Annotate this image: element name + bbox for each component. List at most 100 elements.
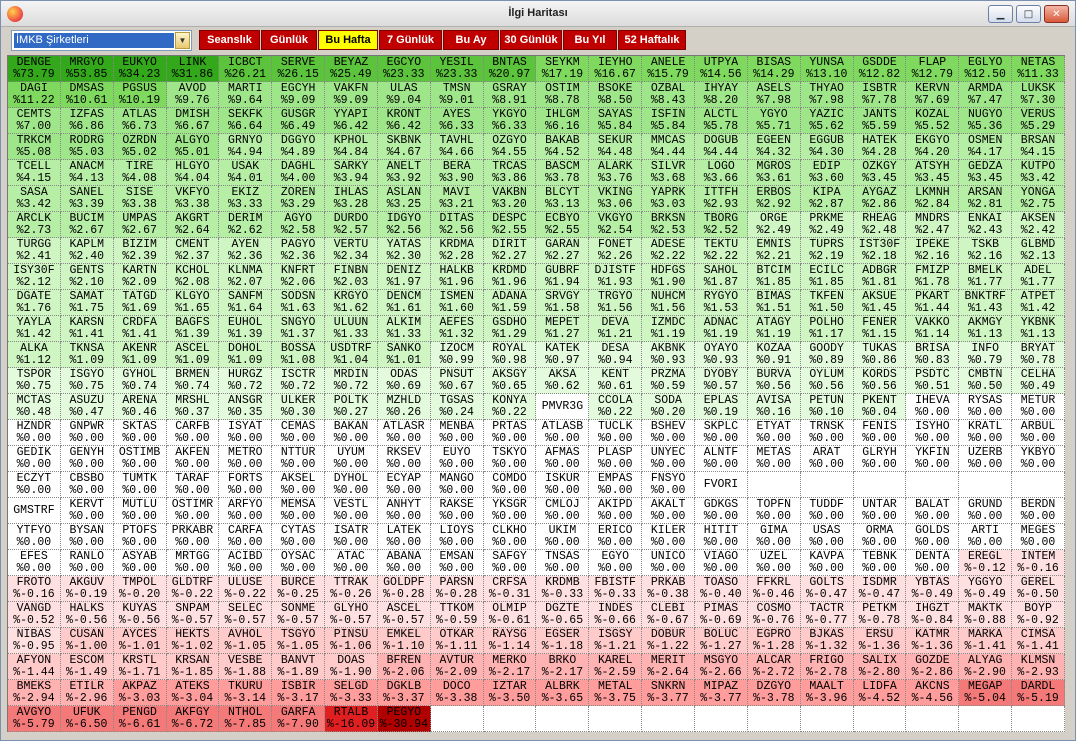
heatmap-cell[interactable]: MRTGG %0.00 xyxy=(166,550,220,576)
heatmap-cell[interactable]: GLDTRF %-0.22 xyxy=(166,576,220,602)
heatmap-cell[interactable]: AKSEN %2.42 xyxy=(1012,212,1065,238)
heatmap-cell[interactable]: KRATL %0.00 xyxy=(959,420,1013,446)
heatmap-cell[interactable]: POLHO %1.17 xyxy=(800,316,854,342)
heatmap-cell[interactable]: BSOKE %8.50 xyxy=(589,82,643,108)
heatmap-cell[interactable]: SNGYO %1.37 xyxy=(272,316,326,342)
heatmap-cell[interactable]: TACTR %-0.77 xyxy=(800,602,854,628)
heatmap-cell[interactable]: NETAS %11.33 xyxy=(1012,56,1065,82)
heatmap-cell[interactable]: TUCLK %0.00 xyxy=(589,420,643,446)
heatmap-cell[interactable]: YUNSA %13.10 xyxy=(800,56,854,82)
heatmap-cell[interactable]: AFMAS %0.00 xyxy=(536,446,590,472)
heatmap-cell[interactable]: KRGYO %1.62 xyxy=(325,290,378,316)
heatmap-cell[interactable]: IST30F %2.18 xyxy=(853,238,907,264)
heatmap-cell[interactable]: YYAPI %6.42 xyxy=(325,108,378,134)
heatmap-cell[interactable]: MIPAZ %-3.77 xyxy=(695,680,748,706)
heatmap-cell[interactable]: RTALB %-16.09 xyxy=(325,706,378,732)
heatmap-cell[interactable]: PRKME %2.49 xyxy=(800,212,854,238)
heatmap-cell[interactable]: ISBTR %7.78 xyxy=(853,82,907,108)
heatmap-cell[interactable]: MMCAS %4.44 xyxy=(642,134,696,160)
heatmap-cell[interactable]: GSRAY %8.91 xyxy=(483,82,537,108)
heatmap-cell[interactable]: UMPAS %2.67 xyxy=(113,212,167,238)
heatmap-cell[interactable]: ASYAB %0.00 xyxy=(113,550,167,576)
heatmap-cell[interactable]: HURGZ %0.72 xyxy=(219,368,273,394)
heatmap-cell[interactable]: LIDFA %-4.52 xyxy=(853,680,907,706)
heatmap-cell[interactable]: AKIPD %0.00 xyxy=(589,498,643,524)
heatmap-cell[interactable]: DARDL %-5.19 xyxy=(1012,680,1065,706)
heatmap-cell[interactable]: OLMIP %-0.61 xyxy=(483,602,537,628)
heatmap-cell[interactable]: PARSN %-0.28 xyxy=(430,576,484,602)
heatmap-cell[interactable]: ETYAT %0.00 xyxy=(747,420,801,446)
chevron-down-icon[interactable]: ▼ xyxy=(175,32,190,49)
heatmap-cell[interactable]: MSGYO %-2.66 xyxy=(695,654,748,680)
heatmap-cell[interactable]: ASCEL %1.09 xyxy=(166,342,220,368)
heatmap-cell[interactable]: SANKO %1.01 xyxy=(377,342,431,368)
heatmap-cell[interactable]: ALKIM %1.33 xyxy=(377,316,431,342)
heatmap-cell[interactable]: YBTAS %-0.49 xyxy=(906,576,960,602)
heatmap-cell[interactable]: KOZAL %5.52 xyxy=(906,108,960,134)
heatmap-cell[interactable]: VAKBN %3.20 xyxy=(483,186,537,212)
heatmap-cell[interactable]: ANELE %15.79 xyxy=(642,56,696,82)
heatmap-cell[interactable]: UYUM %0.00 xyxy=(325,446,378,472)
heatmap-cell[interactable]: TSKYO %0.00 xyxy=(483,446,537,472)
heatmap-cell[interactable]: CRDFA %1.41 xyxy=(113,316,167,342)
heatmap-cell[interactable]: ETILR %-2.96 xyxy=(60,680,114,706)
heatmap-cell[interactable]: KAVPA %0.00 xyxy=(800,550,854,576)
heatmap-cell[interactable]: BANVT %-1.89 xyxy=(272,654,326,680)
heatmap-cell[interactable]: GYHOL %0.74 xyxy=(113,368,167,394)
heatmap-cell[interactable]: ICBCT %26.21 xyxy=(219,56,273,82)
heatmap-cell[interactable]: FVORI xyxy=(695,472,748,498)
heatmap-cell[interactable]: AKSEL %0.00 xyxy=(272,472,326,498)
heatmap-cell[interactable]: YKBNK %1.13 xyxy=(1012,316,1065,342)
heatmap-cell[interactable]: CYTAS %0.00 xyxy=(272,524,326,550)
heatmap-cell[interactable]: ISKUR %0.00 xyxy=(536,472,590,498)
heatmap-cell[interactable]: PTOFS %0.00 xyxy=(113,524,167,550)
heatmap-cell[interactable]: ISGSY %-1.21 xyxy=(589,628,643,654)
heatmap-cell[interactable]: EDIP %3.60 xyxy=(800,160,854,186)
heatmap-cell[interactable]: UTPYA %14.56 xyxy=(695,56,748,82)
heatmap-cell[interactable]: KUTPO %3.42 xyxy=(1012,160,1065,186)
heatmap-cell[interactable]: ATLAS %6.73 xyxy=(113,108,167,134)
heatmap-cell[interactable]: TRCAS %3.86 xyxy=(483,160,537,186)
tab-period[interactable]: Bu Hafta xyxy=(318,30,378,50)
heatmap-cell[interactable]: FENIS %0.00 xyxy=(853,420,907,446)
heatmap-cell[interactable]: EPLAS %0.19 xyxy=(695,394,748,420)
heatmap-cell[interactable]: KORDS %0.56 xyxy=(853,368,907,394)
heatmap-cell[interactable]: PNSUT %0.67 xyxy=(430,368,484,394)
heatmap-cell[interactable]: GUBRF %1.94 xyxy=(536,264,590,290)
heatmap-cell[interactable]: GSDHO %1.29 xyxy=(483,316,537,342)
heatmap-cell[interactable]: BOLUC %-1.27 xyxy=(695,628,748,654)
heatmap-cell[interactable]: EFES %0.00 xyxy=(8,550,61,576)
heatmap-cell[interactable]: FNSYO %0.00 xyxy=(642,472,696,498)
heatmap-cell[interactable]: CEMTS %7.00 xyxy=(8,108,61,134)
heatmap-cell[interactable]: RAKSE %0.00 xyxy=(430,498,484,524)
heatmap-cell[interactable]: AKSUE %1.45 xyxy=(853,290,907,316)
heatmap-cell[interactable]: ECILC %1.85 xyxy=(800,264,854,290)
heatmap-cell[interactable]: MRDIN %0.72 xyxy=(325,368,378,394)
heatmap-cell[interactable]: MAALT %-3.96 xyxy=(800,680,854,706)
heatmap-cell[interactable]: SALIX %-2.80 xyxy=(853,654,907,680)
heatmap-cell[interactable]: YAYLA %1.42 xyxy=(8,316,61,342)
heatmap-cell[interactable]: ISCTR %0.72 xyxy=(272,368,326,394)
heatmap-cell[interactable]: CMLOJ %0.00 xyxy=(536,498,590,524)
heatmap-cell[interactable]: DOCO %-3.38 xyxy=(430,680,484,706)
heatmap-cell[interactable]: BISAS %14.29 xyxy=(747,56,801,82)
heatmap-cell[interactable]: DURDO %2.57 xyxy=(325,212,378,238)
heatmap-cell[interactable]: PRTAS %0.00 xyxy=(483,420,537,446)
heatmap-cell[interactable]: ANACM %4.13 xyxy=(60,160,114,186)
heatmap-cell[interactable]: ATEKS %-3.04 xyxy=(166,680,220,706)
heatmap-cell[interactable]: METRO %0.00 xyxy=(219,446,273,472)
heatmap-cell[interactable]: ADNAC %1.19 xyxy=(695,316,748,342)
heatmap-cell[interactable]: GOLDS %0.00 xyxy=(906,524,960,550)
heatmap-cell[interactable]: DEVA %1.21 xyxy=(589,316,643,342)
heatmap-cell[interactable]: BFREN %-2.06 xyxy=(377,654,431,680)
heatmap-cell[interactable]: IZTAR %-3.50 xyxy=(483,680,537,706)
heatmap-cell[interactable]: FENER %1.15 xyxy=(853,316,907,342)
heatmap-cell[interactable]: ISMEN %1.60 xyxy=(430,290,484,316)
heatmap-cell[interactable]: ZOREN %3.29 xyxy=(272,186,326,212)
heatmap-cell[interactable]: KPHOL %4.84 xyxy=(325,134,378,160)
heatmap-cell[interactable]: BIMAS %1.51 xyxy=(747,290,801,316)
heatmap-cell[interactable]: NTTUR %0.00 xyxy=(272,446,326,472)
heatmap-cell[interactable]: ISYAT %0.00 xyxy=(219,420,273,446)
heatmap-cell[interactable]: ITTFH %2.93 xyxy=(695,186,748,212)
heatmap-cell[interactable]: BRKO %-2.17 xyxy=(536,654,590,680)
